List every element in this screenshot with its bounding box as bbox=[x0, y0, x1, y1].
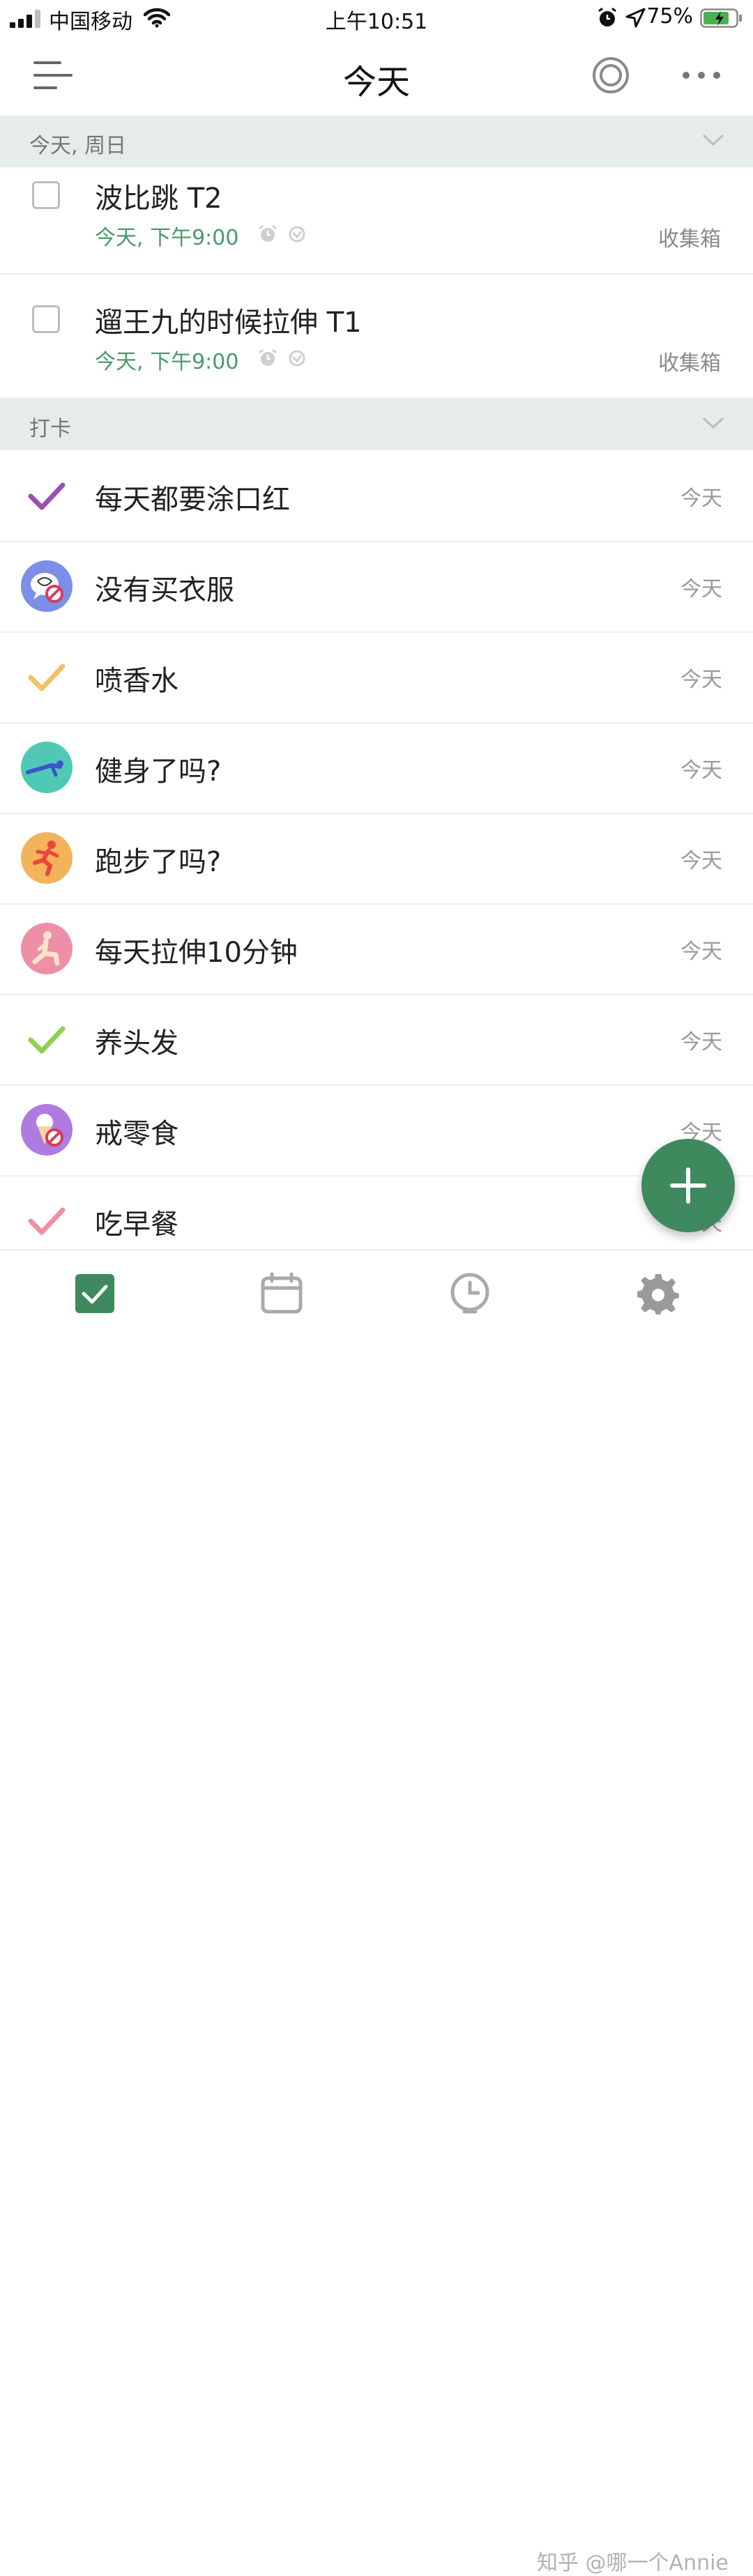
habit-date: 今天 bbox=[680, 758, 722, 783]
habit-date: 今天 bbox=[680, 668, 722, 692]
habit-row[interactable]: 喷香水 今天 bbox=[0, 631, 753, 723]
location-status-icon bbox=[625, 8, 646, 28]
task-title: 遛王九的时候拉伸 T1 bbox=[95, 307, 362, 339]
watermark: 知乎 @哪一个Annie bbox=[537, 2551, 729, 2575]
task-row[interactable]: 遛王九的时候拉伸 T1 今天, 下午9:00 收集箱 bbox=[0, 273, 753, 399]
habit-row[interactable]: 每天拉伸10分钟 今天 bbox=[0, 903, 753, 995]
habit-title: 养头发 bbox=[95, 1027, 178, 1059]
habit-date: 今天 bbox=[680, 1030, 722, 1055]
yellow-check-icon[interactable] bbox=[21, 651, 73, 703]
habit-title: 戒零食 bbox=[95, 1118, 178, 1150]
more-options-icon[interactable] bbox=[680, 68, 722, 82]
alarm-icon bbox=[259, 348, 277, 366]
habit-title: 每天拉伸10分钟 bbox=[95, 937, 298, 969]
tab-calendar-icon[interactable] bbox=[259, 1271, 304, 1316]
green-check-icon[interactable] bbox=[21, 1013, 73, 1065]
habit-title: 跑步了吗? bbox=[95, 846, 222, 878]
habit-row[interactable]: 每天都要涂口红 今天 bbox=[0, 450, 753, 542]
habit-title: 没有买衣服 bbox=[95, 574, 234, 606]
tab-tasks-checkbox-icon[interactable] bbox=[73, 1271, 117, 1316]
habit-title: 健身了吗? bbox=[95, 756, 222, 788]
habit-date: 今天 bbox=[680, 849, 722, 873]
section-habits[interactable]: 打卡 bbox=[0, 399, 753, 450]
repeat-icon bbox=[289, 226, 305, 243]
habit-date: 今天 bbox=[680, 577, 722, 601]
habit-title: 喷香水 bbox=[95, 665, 178, 697]
tab-clock-icon[interactable] bbox=[448, 1271, 492, 1316]
habit-row[interactable]: 跑步了吗? 今天 bbox=[0, 813, 753, 905]
habit-title: 每天都要涂口红 bbox=[95, 484, 290, 516]
task-project: 收集箱 bbox=[658, 227, 721, 252]
habit-title: 吃早餐 bbox=[95, 1209, 178, 1241]
workout-icon[interactable] bbox=[21, 742, 73, 793]
bottom-tab-bar: 知乎 @哪一个Annie bbox=[0, 1249, 753, 2575]
pink-check-icon[interactable] bbox=[21, 1195, 73, 1246]
habit-row[interactable]: 没有买衣服 今天 bbox=[0, 541, 753, 633]
task-row[interactable]: 波比跳 T2 今天, 下午9:00 收集箱 bbox=[0, 167, 753, 275]
status-bar: 中国移动 上午10:51 75% bbox=[0, 0, 753, 39]
task-checkbox[interactable] bbox=[32, 181, 60, 209]
habit-row[interactable]: 养头发 今天 bbox=[0, 994, 753, 1086]
running-icon[interactable] bbox=[21, 832, 73, 884]
habit-date: 今天 bbox=[680, 486, 722, 511]
plus-icon bbox=[670, 1167, 706, 1204]
task-checkbox[interactable] bbox=[32, 305, 60, 333]
purple-check-icon[interactable] bbox=[21, 470, 73, 521]
no-shopping-icon[interactable] bbox=[21, 560, 73, 612]
task-due: 今天, 下午9:00 bbox=[95, 350, 239, 374]
habit-date: 今天 bbox=[680, 940, 722, 964]
alarm-icon bbox=[259, 224, 277, 242]
no-snack-icon[interactable] bbox=[21, 1104, 73, 1156]
repeat-icon bbox=[289, 350, 305, 367]
battery-percent: 75% bbox=[646, 4, 693, 29]
section-label: 打卡 bbox=[29, 417, 71, 441]
battery-icon bbox=[700, 8, 742, 28]
app-header: 今天 bbox=[0, 39, 753, 116]
tab-settings-gear-icon[interactable] bbox=[636, 1271, 680, 1316]
task-project: 收集箱 bbox=[658, 351, 721, 376]
chevron-down-icon[interactable] bbox=[701, 132, 725, 148]
add-task-button[interactable] bbox=[641, 1139, 735, 1232]
chevron-down-icon[interactable] bbox=[701, 415, 725, 431]
task-title: 波比跳 T2 bbox=[95, 183, 222, 215]
page-title: 今天 bbox=[342, 63, 410, 102]
section-today[interactable]: 今天, 周日 bbox=[0, 116, 753, 167]
stretch-icon[interactable] bbox=[21, 923, 73, 974]
task-due: 今天, 下午9:00 bbox=[95, 226, 239, 250]
habit-row[interactable]: 戒零食 今天 bbox=[0, 1084, 753, 1176]
focus-target-icon[interactable] bbox=[591, 56, 630, 95]
habit-row[interactable]: 健身了吗? 今天 bbox=[0, 722, 753, 814]
section-label: 今天, 周日 bbox=[29, 134, 127, 158]
habit-row[interactable]: 吃早餐 今天 bbox=[0, 1175, 753, 1249]
alarm-status-icon bbox=[598, 7, 616, 26]
